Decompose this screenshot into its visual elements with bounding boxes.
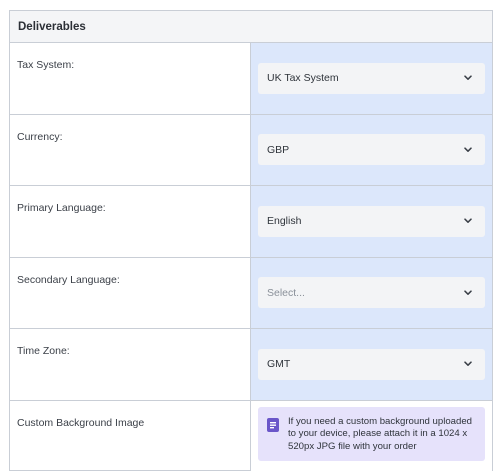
value-cell: GBP (251, 114, 492, 185)
tax-system-row: Tax System: UK Tax System (10, 43, 492, 115)
primary-language-select[interactable]: English (258, 205, 485, 237)
value-cell: If you need a custom background uploaded… (251, 400, 492, 471)
secondary-language-label: Secondary Language: (17, 273, 120, 286)
custom-background-notice: If you need a custom background uploaded… (258, 406, 485, 461)
time-zone-label: Time Zone: (17, 345, 70, 357)
chevron-down-icon (463, 216, 473, 226)
custom-background-row: Custom Background Image If you need a cu… (10, 400, 492, 471)
notice-text: If you need a custom background uploaded… (288, 415, 473, 452)
tax-system-label: Tax System: (17, 59, 75, 71)
tax-system-value: UK Tax System (267, 72, 339, 85)
label-cell: Tax System: (10, 43, 251, 114)
tax-system-select[interactable]: UK Tax System (258, 62, 485, 94)
label-cell: Time Zone: (10, 329, 251, 400)
document-icon (267, 417, 279, 432)
chevron-down-icon (463, 145, 473, 155)
deliverables-panel: Deliverables Tax System: UK Tax System C… (9, 10, 493, 471)
primary-language-label: Primary Language: (17, 202, 106, 214)
secondary-language-select[interactable]: Select... (258, 277, 485, 309)
label-cell: Primary Language: (10, 186, 251, 257)
chevron-down-icon (463, 288, 473, 298)
time-zone-select[interactable]: GMT (258, 348, 485, 380)
chevron-down-icon (463, 359, 473, 369)
currency-row: Currency: GBP (10, 114, 492, 186)
currency-label: Currency: (17, 130, 63, 143)
value-cell: English (251, 186, 492, 257)
value-cell: GMT (251, 329, 492, 400)
primary-language-value: English (267, 215, 302, 228)
label-cell: Currency: (10, 114, 251, 185)
time-zone-row: Time Zone: GMT (10, 329, 492, 401)
currency-value: GBP (267, 143, 290, 156)
chevron-down-icon (463, 73, 473, 83)
custom-background-label: Custom Background Image (17, 416, 145, 429)
time-zone-value: GMT (267, 358, 291, 371)
primary-language-row: Primary Language: English (10, 186, 492, 258)
secondary-language-row: Secondary Language: Select... (10, 257, 492, 329)
value-cell: Select... (251, 257, 492, 328)
panel-header: Deliverables (10, 11, 492, 43)
secondary-language-placeholder: Select... (267, 286, 305, 299)
label-cell: Secondary Language: (10, 257, 251, 328)
label-cell: Custom Background Image (10, 400, 251, 471)
value-cell: UK Tax System (251, 43, 492, 114)
panel-title: Deliverables (18, 20, 86, 33)
currency-select[interactable]: GBP (258, 134, 485, 166)
